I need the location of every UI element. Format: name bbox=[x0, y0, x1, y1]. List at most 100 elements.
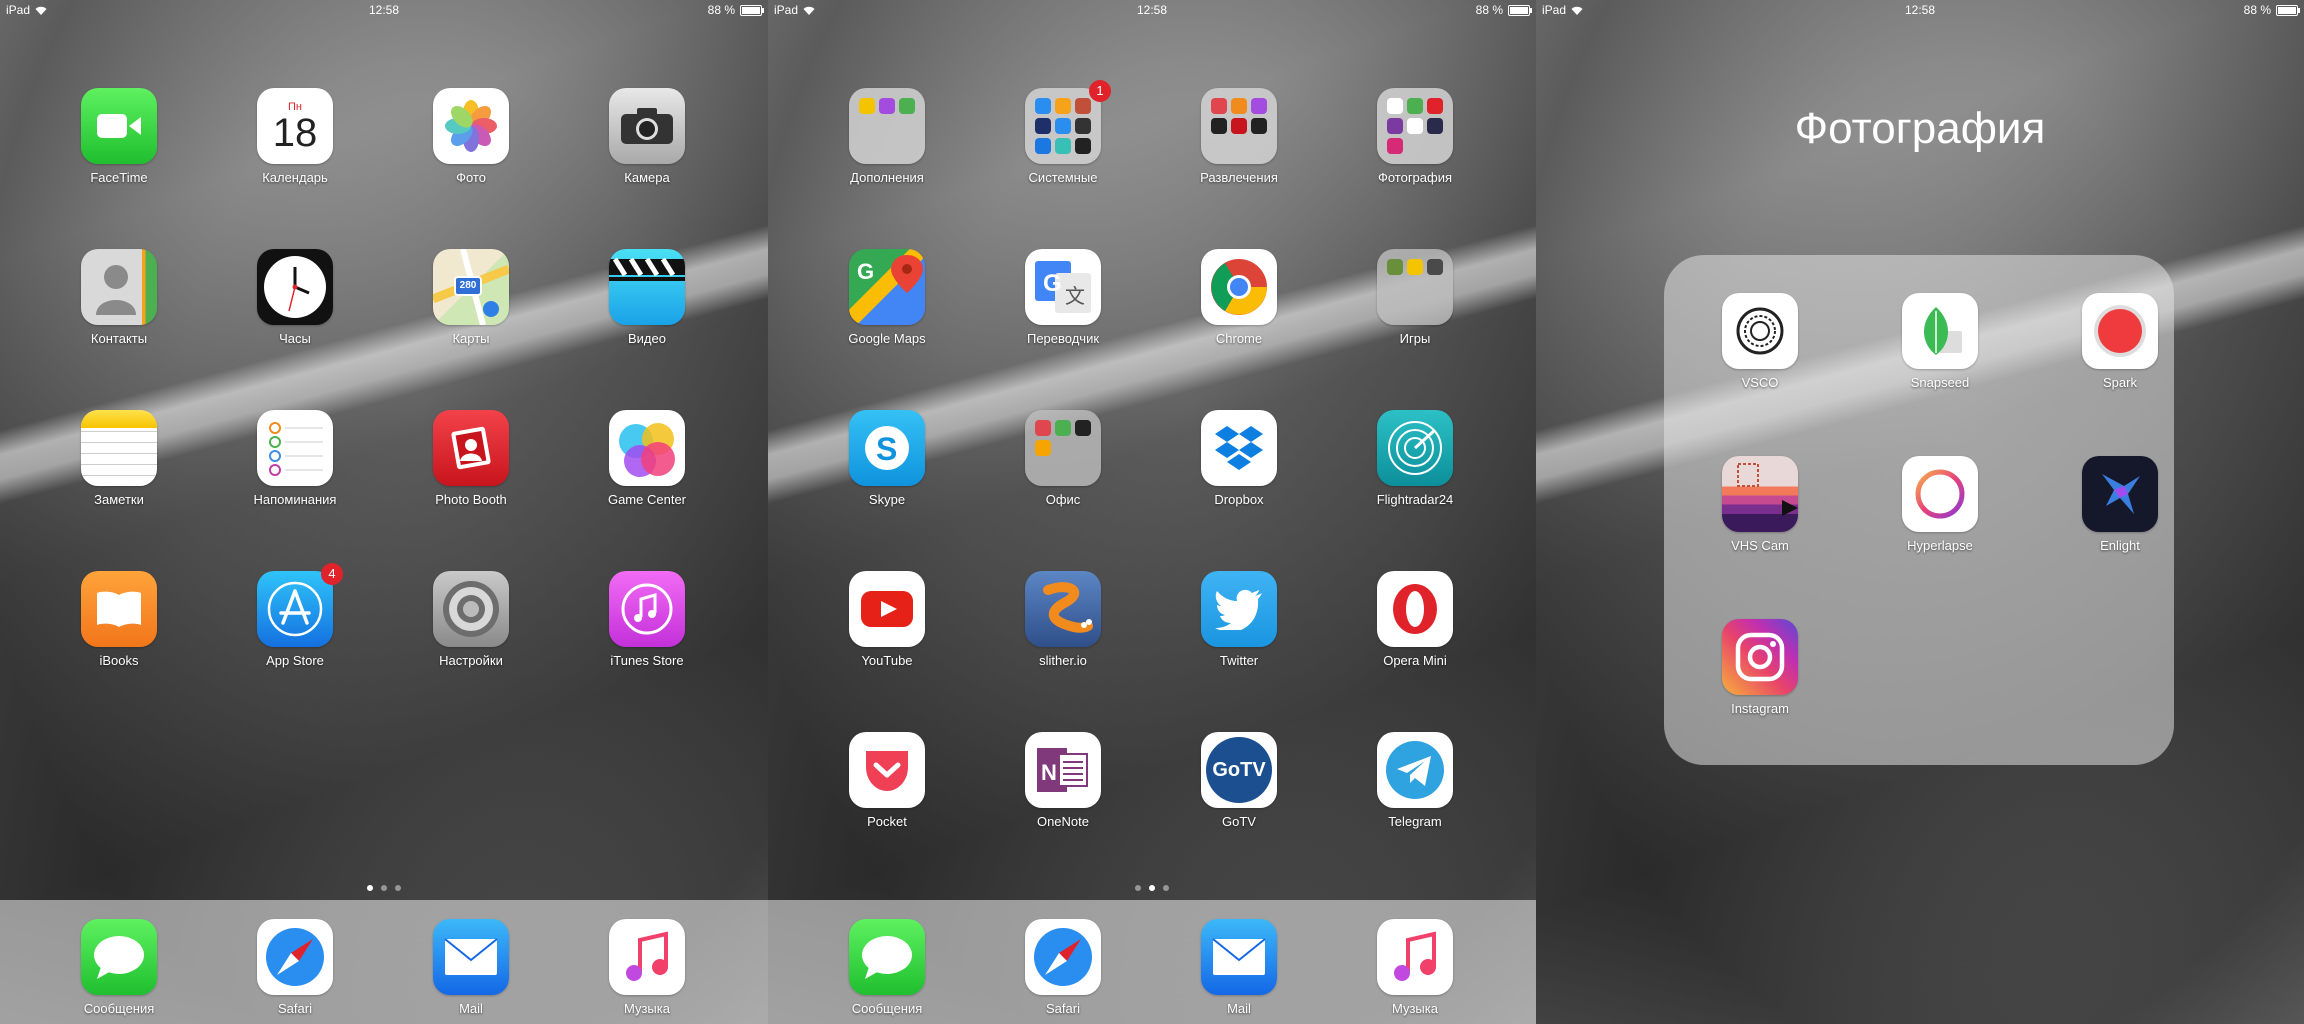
app-video[interactable]: Видео bbox=[577, 249, 717, 346]
app-enlight[interactable]: Enlight bbox=[2050, 456, 2190, 553]
app-google-maps[interactable]: G Google Maps bbox=[817, 249, 957, 346]
app-vhs-cam[interactable]: VHS Cam bbox=[1690, 456, 1830, 553]
gotv-logo-text: GoTV bbox=[1206, 737, 1272, 803]
app-chrome[interactable]: Chrome bbox=[1169, 249, 1309, 346]
app-instagram[interactable]: Instagram bbox=[1690, 619, 1830, 716]
dock-app-music[interactable]: Музыка bbox=[577, 919, 717, 1016]
page-indicator[interactable] bbox=[768, 885, 1536, 891]
app-opera-mini[interactable]: Opera Mini bbox=[1345, 571, 1485, 668]
calendar-icon: Пн 18 bbox=[257, 88, 333, 164]
page-dot[interactable] bbox=[1149, 885, 1155, 891]
page-dot[interactable] bbox=[1135, 885, 1141, 891]
svg-text:N: N bbox=[1041, 760, 1057, 785]
app-label: Видео bbox=[628, 331, 666, 346]
mail-icon bbox=[433, 919, 509, 995]
app-label: Контакты bbox=[90, 331, 148, 346]
app-translate[interactable]: G文 Переводчик bbox=[993, 249, 1133, 346]
app-calendar[interactable]: Пн 18 Календарь bbox=[225, 88, 365, 185]
page-dot[interactable] bbox=[367, 885, 373, 891]
app-label: Game Center bbox=[607, 492, 687, 507]
svg-text:S: S bbox=[876, 431, 897, 467]
dock-app-mail[interactable]: Mail bbox=[401, 919, 541, 1016]
clock-time: 12:58 bbox=[1136, 3, 1168, 17]
app-label: Safari bbox=[1046, 1001, 1080, 1016]
app-label: Safari bbox=[278, 1001, 312, 1016]
folder-igry[interactable]: Игры bbox=[1345, 249, 1485, 346]
app-skype[interactable]: S Skype bbox=[817, 410, 957, 507]
dock-app-mail[interactable]: Mail bbox=[1169, 919, 1309, 1016]
dock-app-safari[interactable]: Safari bbox=[225, 919, 365, 1016]
dock-app-messages[interactable]: Сообщения bbox=[817, 919, 957, 1016]
dock-app-music[interactable]: Музыка bbox=[1345, 919, 1485, 1016]
folder-icon bbox=[1201, 88, 1277, 164]
app-spark[interactable]: Spark bbox=[2050, 293, 2190, 390]
page-dot[interactable] bbox=[381, 885, 387, 891]
onenote-icon: N bbox=[1025, 732, 1101, 808]
app-appstore[interactable]: 4 App Store bbox=[225, 563, 365, 668]
app-camera[interactable]: Камера bbox=[577, 88, 717, 185]
folder-razvlecheniya[interactable]: Развлечения bbox=[1169, 88, 1309, 185]
app-twitter[interactable]: Twitter bbox=[1169, 571, 1309, 668]
folder-dopolneniya[interactable]: Дополнения bbox=[817, 88, 957, 185]
app-pocket[interactable]: Pocket bbox=[817, 732, 957, 829]
battery-icon bbox=[1508, 4, 1532, 16]
app-contacts[interactable]: Контакты bbox=[49, 249, 189, 346]
settings-icon bbox=[433, 571, 509, 647]
page-indicator[interactable] bbox=[0, 885, 768, 891]
reminders-icon bbox=[257, 410, 333, 486]
map-road-number: 280 bbox=[459, 280, 477, 291]
home-screen-page-1: iPad 12:58 88 % FaceTime Пн 18 Календарь bbox=[0, 0, 768, 1024]
notification-badge: 4 bbox=[321, 563, 343, 585]
messages-icon bbox=[81, 919, 157, 995]
folder-fotografiya[interactable]: Фотография bbox=[1345, 88, 1485, 185]
app-label: slither.io bbox=[1039, 653, 1087, 668]
app-label: Dropbox bbox=[1214, 492, 1264, 507]
folder-ofis[interactable]: Офис bbox=[993, 410, 1133, 507]
folder-sistemnye[interactable]: 1 Системные bbox=[993, 80, 1133, 185]
app-hyperlapse[interactable]: Hyperlapse bbox=[1870, 456, 2010, 553]
folder-icon bbox=[1025, 410, 1101, 486]
app-label: Snapseed bbox=[1910, 375, 1970, 390]
app-photobooth[interactable]: Photo Booth bbox=[401, 410, 541, 507]
app-label: Telegram bbox=[1388, 814, 1442, 829]
app-onenote[interactable]: N OneNote bbox=[993, 732, 1133, 829]
app-settings[interactable]: Настройки bbox=[401, 571, 541, 668]
app-label: Дополнения bbox=[850, 170, 924, 185]
photobooth-icon bbox=[433, 410, 509, 486]
camera-icon bbox=[609, 88, 685, 164]
flightradar-icon bbox=[1377, 410, 1453, 486]
music-icon bbox=[609, 919, 685, 995]
app-gotv[interactable]: GoTV GoTV bbox=[1169, 732, 1309, 829]
battery-percent: 88 % bbox=[1475, 3, 1503, 17]
battery-icon bbox=[740, 4, 764, 16]
app-dropbox[interactable]: Dropbox bbox=[1169, 410, 1309, 507]
page-dot[interactable] bbox=[395, 885, 401, 891]
app-ibooks[interactable]: iBooks bbox=[49, 571, 189, 668]
app-reminders[interactable]: Напоминания bbox=[225, 410, 365, 507]
page-dot[interactable] bbox=[1163, 885, 1169, 891]
app-photos[interactable]: Фото bbox=[401, 88, 541, 185]
app-flightradar24[interactable]: Flightradar24 bbox=[1345, 410, 1485, 507]
app-notes[interactable]: Заметки bbox=[49, 410, 189, 507]
app-maps[interactable]: 280 Карты bbox=[401, 249, 541, 346]
app-snapseed[interactable]: Snapseed bbox=[1870, 293, 2010, 390]
clock-time: 12:58 bbox=[1904, 3, 1936, 17]
dock-app-messages[interactable]: Сообщения bbox=[49, 919, 189, 1016]
app-label: Сообщения bbox=[851, 1001, 923, 1016]
app-label: FaceTime bbox=[90, 170, 148, 185]
app-clock[interactable]: Часы bbox=[225, 249, 365, 346]
app-gamecenter[interactable]: Game Center bbox=[577, 410, 717, 507]
svg-text:文: 文 bbox=[1065, 284, 1085, 308]
dock-app-safari[interactable]: Safari bbox=[993, 919, 1133, 1016]
app-itunes[interactable]: iTunes Store bbox=[577, 571, 717, 668]
app-vsco[interactable]: VSCO bbox=[1690, 293, 1830, 390]
app-facetime[interactable]: FaceTime bbox=[49, 88, 189, 185]
app-slither[interactable]: slither.io bbox=[993, 571, 1133, 668]
app-telegram[interactable]: Telegram bbox=[1345, 732, 1485, 829]
folder-title[interactable]: Фотография bbox=[1536, 104, 2304, 154]
maps-icon: 280 bbox=[433, 249, 509, 325]
app-label: Музыка bbox=[1392, 1001, 1438, 1016]
app-youtube[interactable]: YouTube bbox=[817, 571, 957, 668]
app-label: VHS Cam bbox=[1731, 538, 1789, 553]
folder-icon bbox=[1377, 88, 1453, 164]
